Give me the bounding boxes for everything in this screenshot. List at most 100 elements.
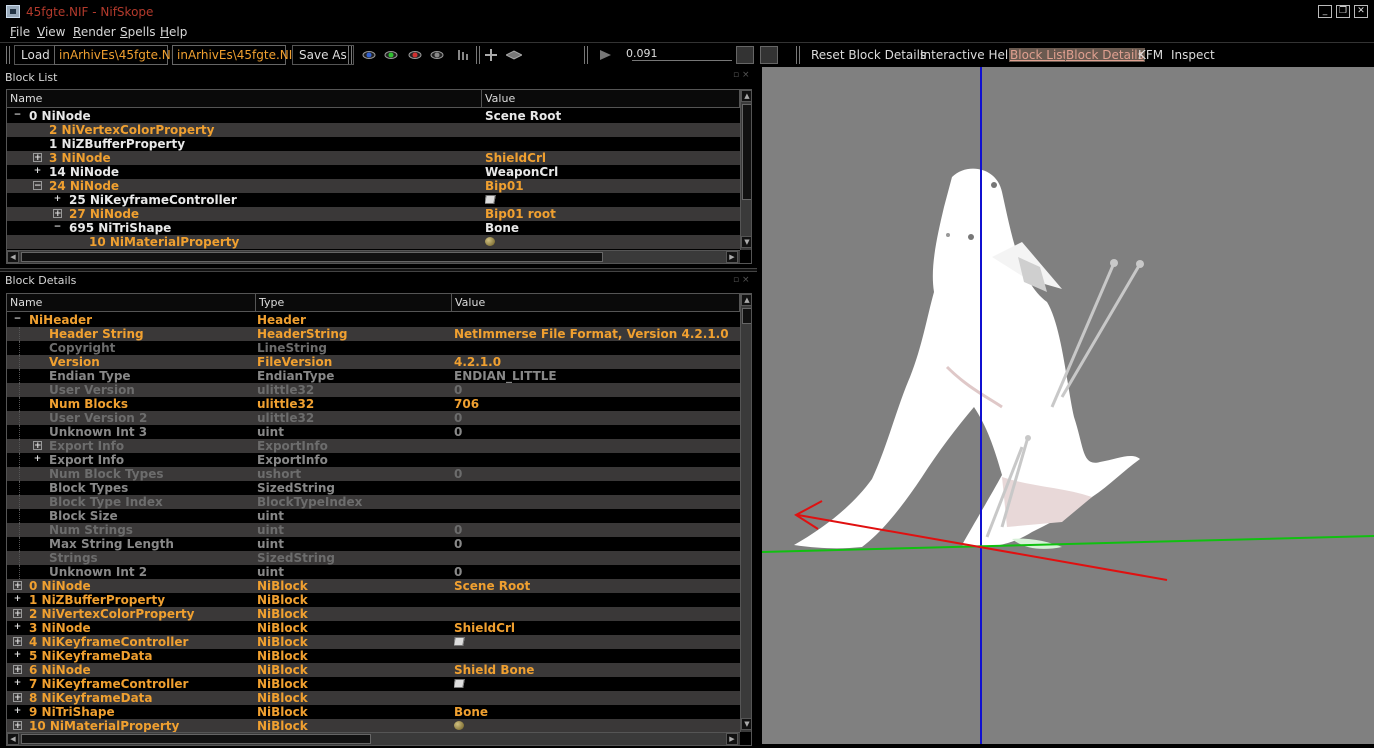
save-path-field[interactable]: inArhivEs\45fgte.NIF [172, 45, 299, 65]
block-details-row[interactable]: Header String HeaderString NetImmerse File… [7, 327, 740, 341]
block-details-row[interactable]: 10 NiMaterialProperty NiBlock [7, 719, 740, 733]
expand-icon[interactable] [13, 679, 22, 688]
load-path-field[interactable]: inArhivEs\45fgte.NIF [54, 45, 181, 65]
toolbar-handle[interactable] [348, 46, 352, 64]
block-details-row[interactable]: 1 NiZBufferProperty NiBlock [7, 593, 740, 607]
menu-render[interactable]: Render [73, 25, 116, 39]
block-details-row[interactable]: 8 NiKeyframeData NiBlock [7, 691, 740, 705]
animation-slider[interactable] [632, 60, 732, 63]
reset-block-details-button[interactable]: Reset Block Details [811, 48, 926, 62]
scroll-down-icon[interactable]: ▼ [741, 236, 751, 248]
block-list-vscroll[interactable]: ▲ ▼ [740, 90, 751, 250]
expand-icon[interactable] [13, 707, 22, 716]
block-details-row[interactable]: Block Types SizedString [7, 481, 740, 495]
column-value-header[interactable]: Value [482, 90, 740, 108]
block-details-row[interactable]: Block Size uint [7, 509, 740, 523]
expand-icon[interactable] [53, 195, 62, 204]
block-details-row[interactable]: NiHeader Header [7, 313, 740, 327]
scroll-up-icon[interactable]: ▲ [741, 294, 751, 306]
scroll-thumb[interactable] [21, 252, 603, 262]
block-details-row[interactable]: 6 NiNode NiBlock Shield Bone [7, 663, 740, 677]
block-list-row[interactable]: 0 NiNode Scene Root [7, 109, 740, 123]
expand-icon[interactable] [33, 167, 42, 176]
block-list-hscroll[interactable]: ◀ ▶ [7, 250, 740, 263]
block-details-row[interactable]: Strings SizedString [7, 551, 740, 565]
grid-icon[interactable] [504, 49, 524, 60]
scroll-up-icon[interactable]: ▲ [741, 90, 751, 102]
block-list-row[interactable]: 25 NiKeyframeController [7, 193, 740, 207]
view-side-icon[interactable] [384, 49, 398, 59]
move-icon[interactable] [484, 49, 498, 61]
close-button[interactable]: ✕ [1354, 5, 1368, 18]
expand-icon[interactable] [13, 637, 22, 646]
block-list-tree[interactable]: Name Value 0 NiNode Scene Root 2 NiVertexC… [6, 89, 752, 264]
block-details-row[interactable]: 9 NiTriShape NiBlock Bone [7, 705, 740, 719]
block-details-row[interactable]: Num Strings uint 0 [7, 523, 740, 537]
scroll-thumb[interactable] [21, 734, 371, 744]
block-details-row[interactable]: Version FileVersion 4.2.1.0 [7, 355, 740, 369]
expand-icon[interactable] [13, 581, 22, 590]
block-list-row[interactable]: 1 NiZBufferProperty [7, 137, 740, 151]
load-button[interactable]: Load [14, 45, 57, 65]
block-details-row[interactable]: 5 NiKeyframeData NiBlock [7, 649, 740, 663]
block-list-row[interactable]: 24 NiNode Bip01 [7, 179, 740, 193]
save-as-button[interactable]: Save As [292, 45, 354, 65]
scroll-thumb[interactable] [742, 308, 751, 324]
block-details-row[interactable]: Copyright LineString [7, 341, 740, 355]
kfm-button[interactable]: KFM [1138, 48, 1163, 62]
toolbar-handle[interactable] [796, 46, 800, 64]
expand-icon[interactable] [53, 209, 62, 218]
render-viewport[interactable] [762, 67, 1374, 744]
expand-icon[interactable] [13, 693, 22, 702]
block-details-vscroll[interactable]: ▲ ▼ [740, 294, 751, 732]
scroll-thumb[interactable] [742, 104, 751, 200]
column-name-header[interactable]: Name [7, 294, 256, 312]
block-details-row[interactable]: Unknown Int 3 uint 0 [7, 425, 740, 439]
menu-spells[interactable]: Spells [120, 25, 156, 39]
collapse-icon[interactable] [13, 111, 22, 120]
scroll-left-icon[interactable]: ◀ [7, 251, 19, 263]
block-details-row[interactable]: 0 NiNode NiBlock Scene Root [7, 579, 740, 593]
block-details-row[interactable]: User Version ulittle32 0 [7, 383, 740, 397]
block-details-row[interactable]: Export Info ExportInfo [7, 439, 740, 453]
block-list-row[interactable]: 27 NiNode Bip01 root [7, 207, 740, 221]
column-type-header[interactable]: Type [256, 294, 452, 312]
view-walk-icon[interactable] [430, 49, 444, 59]
block-details-row[interactable]: Num Blocks ulittle32 706 [7, 397, 740, 411]
column-value-header[interactable]: Value [452, 294, 740, 312]
block-details-hscroll[interactable]: ◀ ▶ [7, 732, 740, 745]
scroll-right-icon[interactable]: ▶ [726, 733, 738, 745]
expand-icon[interactable] [13, 651, 22, 660]
block-details-row[interactable]: Endian Type EndianType ENDIAN_LITTLE [7, 369, 740, 383]
inspect-button[interactable]: Inspect [1171, 48, 1215, 62]
toolbar-handle[interactable] [6, 46, 10, 64]
column-name-header[interactable]: Name [7, 90, 482, 108]
menu-view[interactable]: View [37, 25, 65, 39]
block-list-row[interactable]: 695 NiTriShape Bone [7, 221, 740, 235]
expand-icon[interactable] [33, 153, 42, 162]
block-details-row[interactable]: Unknown Int 2 uint 0 [7, 565, 740, 579]
view-top-icon[interactable] [408, 49, 422, 59]
block-details-row[interactable]: Max String Length uint 0 [7, 537, 740, 551]
block-details-row[interactable]: 2 NiVertexColorProperty NiBlock [7, 607, 740, 621]
dock-buttons[interactable]: ▫ × [733, 70, 753, 80]
interactive-help-button[interactable]: Interactive Help [920, 48, 1016, 62]
scroll-left-icon[interactable]: ◀ [7, 733, 19, 745]
expand-icon[interactable] [33, 455, 42, 464]
scroll-down-icon[interactable]: ▼ [741, 718, 751, 730]
play-icon[interactable] [598, 49, 612, 60]
block-details-toggle[interactable]: Block Details [1065, 48, 1145, 62]
block-list-row[interactable]: 3 NiNode ShieldCrl [7, 151, 740, 165]
block-list-row[interactable]: 14 NiNode WeaponCrl [7, 165, 740, 179]
block-details-tree[interactable]: Name Type Value NiHeaderHeaderHeader Str… [6, 293, 752, 746]
block-details-row[interactable]: 3 NiNode NiBlock ShieldCrl [7, 621, 740, 635]
block-details-row[interactable]: Num Block Types ushort 0 [7, 467, 740, 481]
block-details-row[interactable]: Block Type Index BlockTypeIndex [7, 495, 740, 509]
block-list-row[interactable]: 10 NiMaterialProperty [7, 235, 740, 249]
collapse-icon[interactable] [33, 181, 42, 190]
restore-button[interactable]: ❐ [1336, 5, 1350, 18]
loop-icon[interactable] [736, 46, 754, 64]
menu-help[interactable]: Help [160, 25, 187, 39]
collapse-icon[interactable] [13, 315, 22, 324]
expand-icon[interactable] [13, 721, 22, 730]
